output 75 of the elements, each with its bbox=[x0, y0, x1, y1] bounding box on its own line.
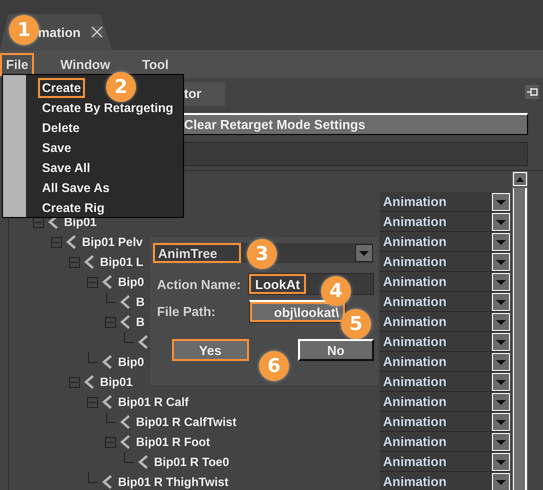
pin-icon bbox=[525, 85, 539, 99]
bone-icon bbox=[119, 435, 131, 449]
bone-icon bbox=[137, 455, 149, 469]
bone-icon bbox=[119, 315, 131, 329]
bone-icon bbox=[101, 275, 113, 289]
tab-label: mation bbox=[38, 24, 81, 40]
mode-dropdown[interactable]: Animation bbox=[380, 192, 510, 212]
mode-dropdown[interactable]: Animation bbox=[380, 312, 510, 332]
bone-icon bbox=[101, 395, 113, 409]
panel-tab[interactable]: tor bbox=[184, 82, 225, 106]
mode-dropdown[interactable]: Animation bbox=[380, 392, 510, 412]
mode-dropdown[interactable]: Animation bbox=[380, 212, 510, 232]
menu-item[interactable]: Save All bbox=[38, 158, 94, 178]
tree-connector bbox=[105, 412, 116, 423]
tree-connector bbox=[87, 352, 98, 363]
scroll-up-icon bbox=[513, 172, 527, 186]
tree-item[interactable]: Bip01 R CalfTwist bbox=[136, 415, 236, 429]
no-button[interactable]: No bbox=[298, 339, 374, 361]
bone-icon bbox=[47, 215, 59, 229]
collapse-icon[interactable] bbox=[87, 396, 98, 408]
menu-item[interactable]: All Save As bbox=[38, 178, 114, 198]
field-label: Action Name: bbox=[156, 276, 242, 292]
mode-dropdown[interactable]: Animation bbox=[380, 412, 510, 432]
tree-item[interactable]: Bip0 bbox=[118, 355, 144, 369]
tree-connector bbox=[87, 472, 98, 483]
tree-item[interactable]: Bip01 L bbox=[100, 255, 144, 269]
mode-dropdown[interactable]: Animation bbox=[380, 292, 510, 312]
tree-item[interactable]: Bip01 R Calf bbox=[118, 395, 189, 409]
bone-icon bbox=[119, 295, 131, 309]
mode-dropdown[interactable]: Animation bbox=[380, 472, 510, 490]
collapse-icon[interactable] bbox=[87, 276, 98, 288]
tree-connector bbox=[123, 332, 134, 343]
bone-icon bbox=[137, 335, 149, 349]
tree-item[interactable]: Bip01 Pelv bbox=[82, 235, 143, 249]
dropdown-arrow-icon bbox=[492, 472, 510, 490]
menu-item[interactable]: Delete bbox=[38, 118, 84, 138]
collapse-icon[interactable] bbox=[69, 256, 80, 268]
tree-item[interactable]: B bbox=[136, 295, 145, 309]
tree-item[interactable]: B bbox=[136, 315, 145, 329]
field-label: File Path: bbox=[156, 304, 217, 318]
menu-item[interactable]: Tool bbox=[136, 52, 175, 76]
tree-item[interactable]: Bip01 bbox=[100, 375, 133, 389]
menu-item[interactable]: Save bbox=[38, 138, 76, 158]
tree-item[interactable]: Bip01 R Foot bbox=[136, 435, 210, 449]
collapse-icon[interactable] bbox=[105, 316, 116, 328]
bone-icon bbox=[65, 235, 77, 249]
collapse-icon[interactable] bbox=[51, 236, 62, 248]
file-path-field[interactable]: obj\lookat\ bbox=[249, 300, 346, 322]
tree-connector bbox=[105, 292, 116, 303]
close-icon bbox=[90, 26, 103, 38]
bone-icon bbox=[119, 415, 131, 429]
menu-item[interactable]: Create Rig bbox=[38, 198, 109, 218]
menu-item[interactable]: Create bbox=[38, 78, 85, 98]
mode-dropdown[interactable]: Animation bbox=[380, 252, 510, 272]
mode-dropdown[interactable]: Animation bbox=[380, 372, 510, 392]
scrollbar[interactable] bbox=[512, 171, 528, 490]
bone-icon bbox=[83, 255, 95, 269]
tree-item[interactable]: Bip0 bbox=[118, 275, 144, 289]
tree-connector bbox=[123, 452, 134, 463]
mode-dropdown[interactable]: Animation bbox=[380, 352, 510, 372]
mode-dropdown[interactable]: Animation bbox=[380, 452, 510, 472]
mode-dropdown[interactable]: Animation bbox=[380, 272, 510, 292]
bone-icon bbox=[83, 375, 95, 389]
bone-icon bbox=[101, 355, 113, 369]
tree-item[interactable]: Bip01 R Toe0 bbox=[154, 455, 230, 469]
tree-item[interactable]: Bip01 bbox=[64, 215, 97, 229]
mode-dropdown[interactable]: Animation bbox=[380, 332, 510, 352]
collapse-icon[interactable] bbox=[105, 436, 116, 448]
scrollbar-thumb[interactable] bbox=[513, 188, 527, 490]
collapse-icon[interactable] bbox=[69, 376, 80, 388]
bone-icon bbox=[101, 475, 113, 489]
tree-item[interactable]: Bip01 R ThighTwist bbox=[118, 475, 228, 489]
yes-button[interactable]: Yes bbox=[172, 339, 248, 361]
mode-dropdown[interactable]: Animation bbox=[380, 432, 510, 452]
mode-dropdown[interactable]: Animation bbox=[380, 232, 510, 252]
